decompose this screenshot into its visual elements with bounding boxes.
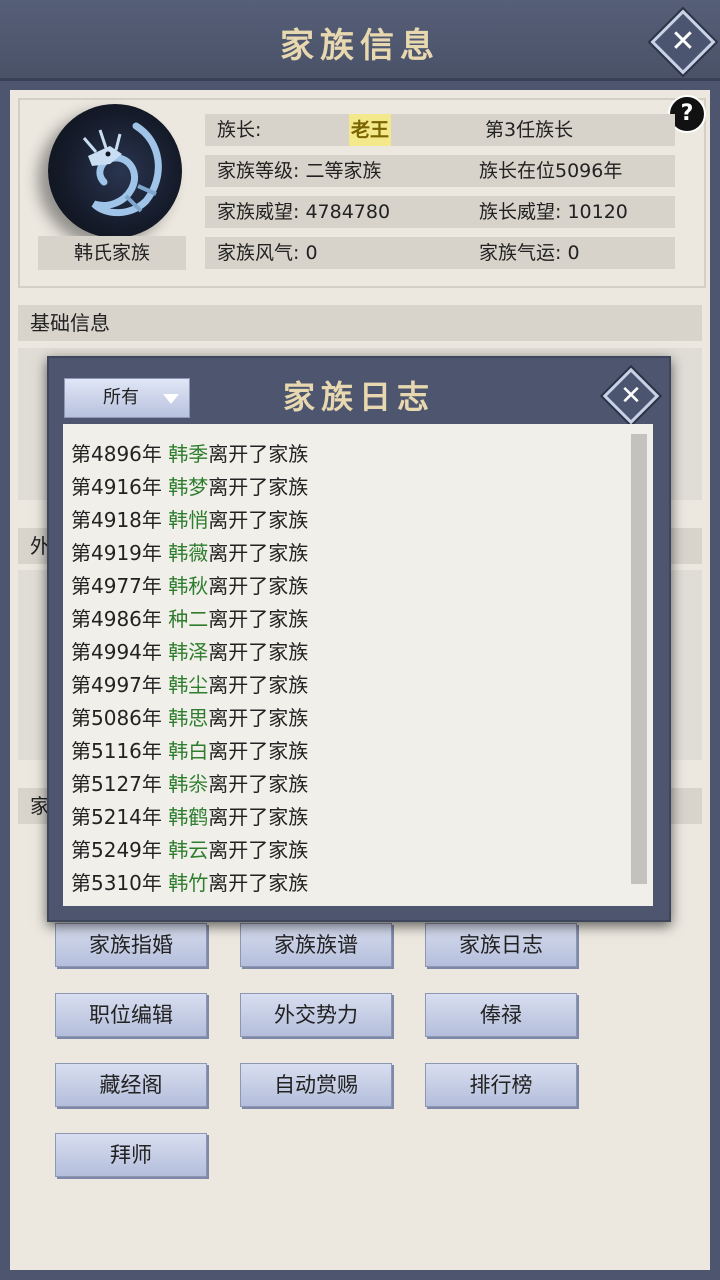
diplomacy-button[interactable]: 外交势力 [240, 993, 392, 1037]
leader-term: 第3任族长 [485, 119, 574, 141]
log-entry: 第4997年 韩尘离开了家族 [71, 673, 309, 697]
title-bar: 家族信息 [0, 0, 720, 81]
log-list[interactable]: 第4896年 韩季离开了家族 第4916年 韩梦离开了家族 第4918年 韩悄离… [63, 424, 653, 906]
log-entry: 第5249年 韩云离开了家族 [71, 838, 309, 862]
leader-prestige: 族长威望: 10120 [479, 201, 628, 223]
close-icon: ✕ [620, 381, 642, 411]
log-entry: 第4919年 韩薇离开了家族 [71, 541, 309, 565]
ranking-button[interactable]: 排行榜 [425, 1063, 577, 1107]
prestige-row: 家族威望: 4784780 族长威望: 10120 [205, 196, 675, 228]
leader-row: 族长: 老王 第3任族长 [205, 114, 675, 146]
matchmaking-button[interactable]: 家族指婚 [55, 923, 207, 967]
level-row: 家族等级: 二等家族 族长在位5096年 [205, 155, 675, 187]
page-title: 家族信息 [280, 26, 440, 66]
log-entry: 第5310年 韩竹离开了家族 [71, 871, 309, 895]
genealogy-button[interactable]: 家族族谱 [240, 923, 392, 967]
clan-level: 家族等级: 二等家族 [217, 160, 382, 182]
log-entry: 第4986年 种二离开了家族 [71, 607, 309, 631]
clan-fortune: 家族气运: 0 [479, 242, 580, 264]
clan-atmosphere: 家族风气: 0 [217, 242, 318, 264]
auto-reward-button[interactable]: 自动赏赐 [240, 1063, 392, 1107]
leader-years: 族长在位5096年 [479, 160, 623, 182]
log-entry: 第4918年 韩悄离开了家族 [71, 508, 309, 532]
log-entry: 第5086年 韩思离开了家族 [71, 706, 309, 730]
position-edit-button[interactable]: 职位编辑 [55, 993, 207, 1037]
salary-button[interactable]: 俸禄 [425, 993, 577, 1037]
clan-prestige: 家族威望: 4784780 [217, 201, 391, 223]
section-basic-info: 基础信息 [18, 305, 702, 341]
log-entry: 第4896年 韩季离开了家族 [71, 442, 309, 466]
log-entry: 第5127年 韩尜离开了家族 [71, 772, 309, 796]
leader-name[interactable]: 老王 [349, 114, 392, 146]
clan-name: 韩氏家族 [38, 236, 186, 270]
clan-log-button[interactable]: 家族日志 [425, 923, 577, 967]
log-entry: 第5116年 韩白离开了家族 [71, 739, 309, 763]
log-entry: 第4977年 韩秋离开了家族 [71, 574, 309, 598]
apprentice-button[interactable]: 拜师 [55, 1133, 207, 1177]
modal-title: 家族日志 [282, 378, 435, 416]
clan-log-modal: 所有 家族日志 ✕ 第4896年 韩季离开了家族 第4916年 韩梦离开了家族 … [47, 356, 671, 922]
close-icon: ✕ [670, 24, 696, 59]
log-entry: 第4994年 韩泽离开了家族 [71, 640, 309, 664]
dragon-icon [82, 122, 162, 217]
scrollbar[interactable] [631, 434, 647, 884]
leader-label: 族长: [217, 119, 262, 141]
scripture-pavilion-button[interactable]: 藏经阁 [55, 1063, 207, 1107]
atmosphere-row: 家族风气: 0 家族气运: 0 [205, 237, 675, 269]
log-entry: 第5214年 韩鹤离开了家族 [71, 805, 309, 829]
log-entry: 第4916年 韩梦离开了家族 [71, 475, 309, 499]
